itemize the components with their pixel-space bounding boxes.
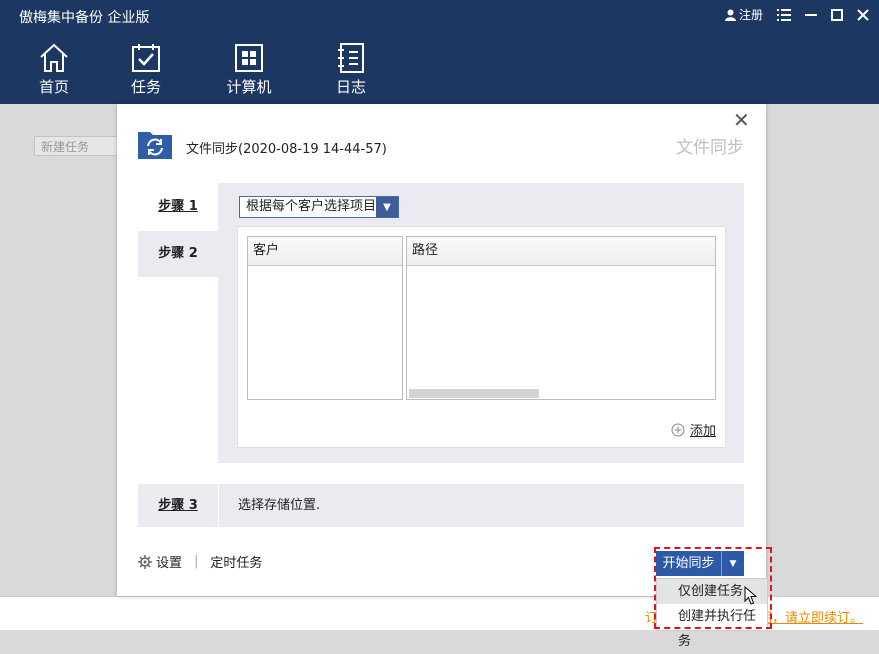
app-title: 傲梅集中备份 企业版 <box>19 10 150 26</box>
chevron-down-icon[interactable]: ▼ <box>376 197 398 217</box>
title-bar: 傲梅集中备份 企业版 注册 首页 任务 计算机 日志 <box>0 0 879 104</box>
nav-task-label: 任务 <box>130 78 161 96</box>
dialog-title: 文件同步(2020-08-19 14-44-57) <box>186 142 387 157</box>
selection-mode-select[interactable]: 根据每个客户选择项目 ▼ <box>239 196 399 218</box>
settings-link[interactable]: 设置 <box>156 552 182 571</box>
nav-log[interactable]: 日志 <box>301 42 401 97</box>
windows-computer-icon <box>235 44 263 72</box>
nav-home-label: 首页 <box>38 78 69 96</box>
client-column-header[interactable]: 客户 <box>248 237 402 266</box>
task-icon <box>132 44 160 72</box>
dialog-close-icon[interactable]: ✕ <box>733 108 750 132</box>
nav-home[interactable]: 首页 <box>4 42 104 97</box>
new-task-input[interactable]: 新建任务 <box>34 136 118 156</box>
file-sync-dialog: ✕ 文件同步(2020-08-19 14-44-57) 文件同步 步骤 1 步骤… <box>117 104 768 649</box>
license-warning-right[interactable]: 期，请立即续订。 <box>759 607 863 626</box>
step-3-row: 步骤 3 选择存储位置. <box>138 484 744 527</box>
maximize-icon[interactable] <box>831 8 843 21</box>
mouse-cursor-icon <box>744 586 758 605</box>
nav-computer[interactable]: 计算机 <box>199 42 299 97</box>
add-button[interactable]: 添加 <box>671 420 716 439</box>
home-icon <box>40 43 68 72</box>
step-1-tab[interactable]: 步骤 1 <box>138 183 218 231</box>
plus-circle-icon <box>671 423 685 436</box>
register-label: 注册 <box>738 8 763 22</box>
menu-icon[interactable] <box>777 8 791 21</box>
nav-computer-label: 计算机 <box>226 78 272 96</box>
close-icon[interactable] <box>857 8 869 21</box>
window-controls: 注册 <box>724 6 869 23</box>
dialog-watermark: 文件同步 <box>676 138 744 158</box>
dialog-footer-options: 设置 | 定时任务 <box>138 552 262 571</box>
client-path-table: 客户 路径 添加 <box>237 226 726 448</box>
client-column: 客户 <box>247 236 403 400</box>
add-label: 添加 <box>689 424 716 439</box>
gear-icon <box>138 554 152 569</box>
path-column-header[interactable]: 路径 <box>407 237 715 266</box>
step-2-tab[interactable]: 步骤 2 <box>138 231 218 277</box>
register-button[interactable]: 注册 <box>724 6 763 23</box>
main-nav: 首页 任务 计算机 日志 <box>0 42 401 97</box>
nav-task[interactable]: 任务 <box>96 42 196 97</box>
nav-log-label: 日志 <box>335 78 366 96</box>
minimize-icon[interactable] <box>805 9 817 21</box>
user-icon <box>724 9 736 21</box>
path-column: 路径 <box>406 236 716 400</box>
footer-separator: | <box>194 554 199 569</box>
step-3-description: 选择存储位置. <box>238 498 321 513</box>
log-icon <box>338 43 364 73</box>
step-3-tab[interactable]: 步骤 3 <box>138 484 219 527</box>
horizontal-scrollbar[interactable] <box>409 389 539 398</box>
sync-folder-icon <box>138 132 172 159</box>
selection-mode-value: 根据每个客户选择项目 <box>246 199 377 214</box>
schedule-link[interactable]: 定时任务 <box>210 552 262 571</box>
